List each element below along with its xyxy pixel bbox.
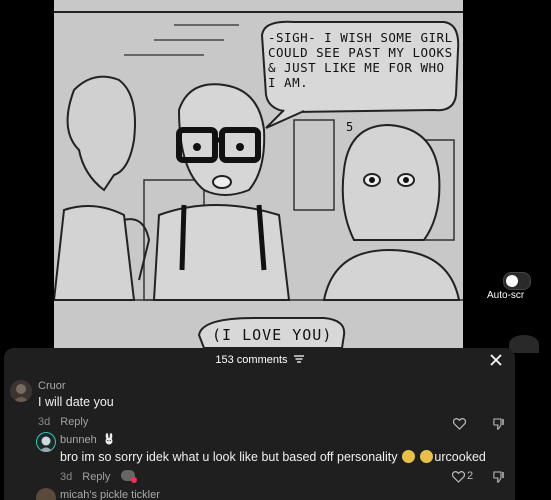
like-heart-icon[interactable] (451, 470, 466, 483)
comment-item: Cruor I will date you 3d Reply (4, 376, 515, 434)
comments-count: 153 comments (4, 354, 515, 366)
comment-text-trailing: urcooked (434, 450, 486, 464)
comment-username-text: bunneh (60, 434, 97, 446)
crying-laughing-emoji-icon (420, 450, 434, 463)
close-icon[interactable] (489, 353, 503, 367)
autoscroll-toggle[interactable] (503, 272, 531, 290)
comment-text-main: bro im so sorry idek what u look like bu… (60, 450, 398, 464)
comment-username[interactable]: micah's pickle tickler (60, 489, 160, 500)
like-heart-icon[interactable] (452, 417, 467, 430)
comment-text: I will date you (38, 395, 114, 409)
like-count: 2 (467, 470, 474, 482)
comment-age: 3d (38, 416, 51, 428)
comments-sheet: 153 comments Cruor I will date you 3d Rep… (4, 348, 515, 500)
comment-age: 3d (60, 471, 73, 483)
avatar[interactable] (36, 432, 56, 452)
bunny-emoji-icon (103, 433, 115, 448)
comments-count-label: 153 comments (215, 354, 288, 366)
comment-meta: 3d Reply (60, 470, 138, 483)
video-player[interactable]: -SIGH- I WISH SOME GIRL COULD SEE PAST M… (0, 0, 551, 348)
autoscroll-label: Auto-scr (487, 290, 525, 301)
reply-button[interactable]: Reply (82, 471, 110, 483)
dislike-icon[interactable] (493, 417, 505, 430)
reply-button[interactable]: Reply (60, 416, 88, 428)
comic-panel-image: -SIGH- I WISH SOME GIRL COULD SEE PAST M… (54, 0, 463, 348)
caption-text: (I LOVE YOU) (212, 326, 333, 344)
comment-text: bro im so sorry idek what u look like bu… (60, 450, 486, 464)
creator-liked-icon (121, 470, 138, 483)
dislike-icon[interactable] (493, 470, 505, 483)
crying-laughing-emoji-icon (401, 450, 415, 463)
avatar[interactable] (10, 380, 32, 402)
sort-filter-icon[interactable] (293, 354, 304, 366)
reply-item: micah's pickle tickler (4, 486, 515, 500)
speech-bubble-text: -SIGH- I WISH SOME GIRL COULD SEE PAST M… (268, 30, 453, 90)
avatar[interactable] (36, 488, 56, 500)
reply-item: bunneh bro im so sorry idek what u look … (4, 432, 515, 490)
comments-header: 153 comments (4, 348, 515, 372)
comment-username[interactable]: bunneh (60, 433, 115, 448)
comment-username[interactable]: Cruor (38, 380, 66, 392)
toggle-knob (506, 275, 518, 287)
panel-number: 5 (346, 120, 354, 134)
autoscroll-control[interactable]: Auto-scr (479, 268, 551, 301)
comment-meta: 3d Reply (38, 416, 88, 428)
